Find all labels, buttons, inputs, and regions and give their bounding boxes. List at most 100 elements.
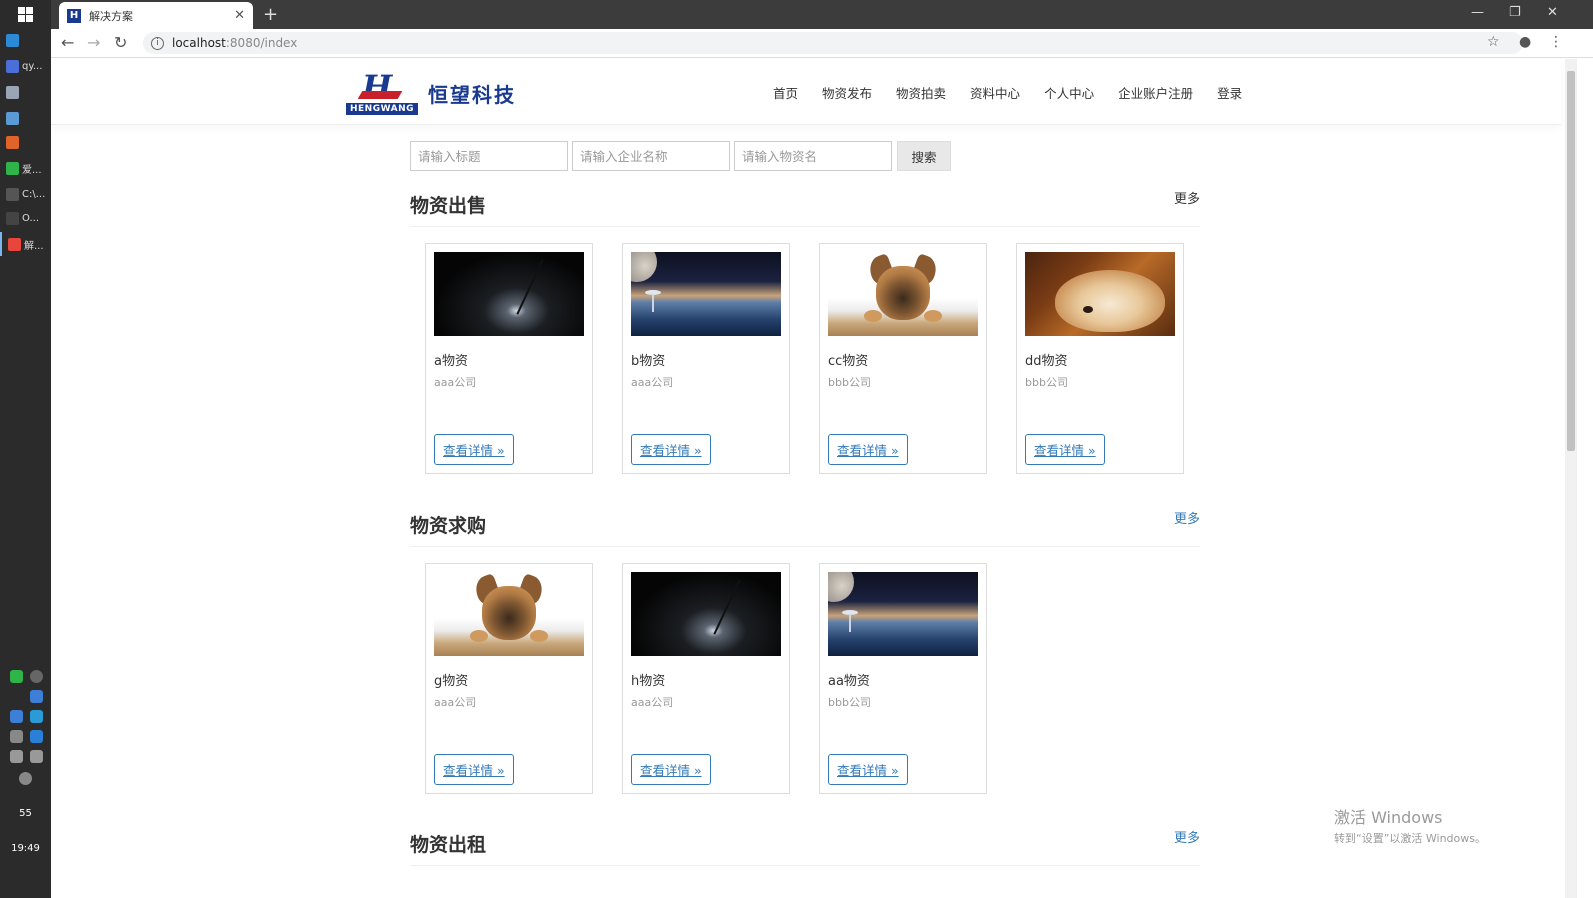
material-image[interactable] [434, 252, 584, 336]
window-close-icon[interactable]: ✕ [1547, 5, 1558, 20]
material-company: aaa公司 [631, 376, 674, 389]
view-details-button[interactable]: 查看详情 » [434, 754, 514, 785]
nav-resource-center[interactable]: 资料中心 [970, 83, 1020, 102]
tray-sync-icon[interactable] [30, 710, 43, 723]
material-card: aa物资 bbb公司查看详情 » [819, 563, 987, 794]
card-list: g物资 aaa公司 查看详情 » h物资 aaa公司 查看详情 » aa物资 bbb公司 查看详… [410, 547, 1200, 807]
taskbar-app-2[interactable] [0, 106, 51, 130]
taskbar-app-icon [6, 135, 19, 149]
back-arrow-icon[interactable]: ← [61, 33, 74, 52]
material-image[interactable] [1025, 252, 1175, 336]
section-more-link[interactable]: 更多 [1174, 827, 1200, 846]
material-name[interactable]: aa物资 [828, 670, 870, 689]
material-name[interactable]: cc物资 [828, 350, 868, 369]
material-name[interactable]: b物资 [631, 350, 665, 369]
forward-arrow-icon[interactable]: → [87, 33, 100, 52]
nav-personal-center[interactable]: 个人中心 [1044, 83, 1094, 102]
main-nav: 首页 物资发布 物资拍卖 资料中心 个人中心 企业账户注册 登录 [773, 83, 1266, 102]
view-details-button[interactable]: 查看详情 » [631, 754, 711, 785]
view-details-button[interactable]: 查看详情 » [1025, 434, 1105, 465]
material-name[interactable]: a物资 [434, 350, 468, 369]
tray-steam-icon[interactable] [30, 670, 43, 683]
tray-shield-icon[interactable] [30, 690, 43, 703]
tray-display-icon[interactable] [10, 750, 23, 763]
material-name[interactable]: h物资 [631, 670, 665, 689]
logo-english-text: HENGWANG [346, 103, 418, 115]
new-tab-button[interactable]: + [263, 4, 278, 25]
taskbar-app-5[interactable]: C:\... [0, 182, 51, 206]
tray-volume-icon[interactable] [30, 750, 43, 763]
material-company: aaa公司 [434, 696, 477, 709]
taskbar-app-3[interactable] [0, 130, 51, 154]
profile-icon[interactable]: ● [1519, 34, 1531, 50]
taskbar-app-6[interactable]: O... [0, 206, 51, 230]
browser-tab[interactable]: H 解决方案 ✕ [59, 2, 253, 29]
page-viewport: H HENGWANG 恒望科技 首页 物资发布 物资拍卖 资料中心 个人中心 企… [51, 59, 1593, 898]
nav-material-auction[interactable]: 物资拍卖 [896, 83, 946, 102]
view-details-button[interactable]: 查看详情 » [631, 434, 711, 465]
windows-start-icon[interactable] [18, 7, 33, 22]
reload-icon[interactable]: ↻ [114, 33, 127, 52]
tab-close-icon[interactable]: ✕ [234, 8, 245, 23]
site-logo[interactable]: H HENGWANG 恒望科技 [346, 71, 516, 115]
company-search-input[interactable] [572, 141, 730, 171]
taskbar-app-label: qy... [22, 60, 43, 72]
view-details-button[interactable]: 查看详情 » [828, 434, 908, 465]
taskbar-app-1[interactable] [0, 80, 51, 104]
taskbar-app-label: C:\... [22, 188, 46, 200]
address-bar[interactable]: i localhost:8080/index [143, 32, 1523, 54]
nav-home[interactable]: 首页 [773, 83, 798, 102]
material-image[interactable] [828, 252, 978, 336]
material-image[interactable] [631, 572, 781, 656]
url-host: localhost [172, 36, 226, 50]
taskbar-app-4[interactable]: 爱... [0, 156, 51, 180]
view-details-button[interactable]: 查看详情 » [434, 434, 514, 465]
material-card: a物资 aaa公司 查看详情 » [425, 243, 593, 474]
section-more-link[interactable]: 更多 [1174, 508, 1200, 527]
bookmark-star-icon[interactable]: ☆ [1487, 34, 1500, 50]
taskbar-app-label: 爱... [22, 164, 42, 176]
material-image[interactable] [631, 252, 781, 336]
tray-bluetooth-icon[interactable] [30, 730, 43, 743]
view-details-button[interactable]: 查看详情 » [828, 754, 908, 785]
menu-dots-icon[interactable]: ⋮ [1549, 34, 1563, 50]
taskbar-app-icon [8, 237, 21, 251]
minimize-icon[interactable]: — [1471, 5, 1484, 20]
site-info-icon[interactable]: i [151, 36, 164, 50]
section-more-link[interactable]: 更多 [1174, 188, 1200, 207]
section-title: 物资出售 [410, 195, 487, 217]
section-1: 物资求购 更多 g物资 aaa公司 查看详情 » h物资 aaa公司 查看详情 » aa物资 bb… [410, 503, 1200, 807]
tray-close-icon[interactable] [19, 772, 32, 785]
taskbar-app-label: O... [22, 212, 40, 224]
tray-number[interactable]: 55 [0, 808, 51, 819]
tray-app-icon[interactable] [10, 670, 23, 683]
taskbar-app-icon [6, 187, 19, 201]
material-company: bbb公司 [828, 696, 871, 709]
nav-material-publish[interactable]: 物资发布 [822, 83, 872, 102]
vscode-taskbar-icon[interactable] [0, 28, 51, 52]
scrollbar-thumb[interactable] [1567, 71, 1575, 451]
tray-network-icon[interactable] [10, 730, 23, 743]
material-name[interactable]: dd物资 [1025, 350, 1068, 369]
restore-icon[interactable]: ❐ [1509, 5, 1521, 20]
taskbar-app-icon [6, 85, 19, 99]
title-search-input[interactable] [410, 141, 568, 171]
material-name[interactable]: g物资 [434, 670, 468, 689]
material-company: bbb公司 [828, 376, 871, 389]
section-title: 物资出租 [410, 834, 487, 856]
card-list: a物资 aaa公司 查看详情 » b物资 aaa公司查看详情 » cc物资 bbb公司查看详… [410, 227, 1200, 487]
page-scrollbar[interactable] [1565, 59, 1577, 898]
site-header: H HENGWANG 恒望科技 首页 物资发布 物资拍卖 资料中心 个人中心 企… [51, 59, 1561, 125]
nav-login[interactable]: 登录 [1217, 83, 1242, 102]
material-image[interactable] [828, 572, 978, 656]
section-0: 物资出售 更多 a物资 aaa公司 查看详情 » b物资 aaa公司查看详情 » cc物资 bb… [410, 183, 1200, 487]
tray-chat-icon[interactable] [10, 710, 23, 723]
material-image[interactable] [434, 572, 584, 656]
nav-enterprise-register[interactable]: 企业账户注册 [1118, 83, 1193, 102]
taskbar-clock[interactable]: 19:49 [0, 843, 51, 854]
material-search-input[interactable] [734, 141, 892, 171]
material-card: h物资 aaa公司 查看详情 » [622, 563, 790, 794]
taskbar-app-0[interactable]: qy... [0, 54, 51, 78]
taskbar-app-7[interactable]: 解... [0, 232, 51, 256]
search-button[interactable]: 搜索 [897, 141, 951, 171]
